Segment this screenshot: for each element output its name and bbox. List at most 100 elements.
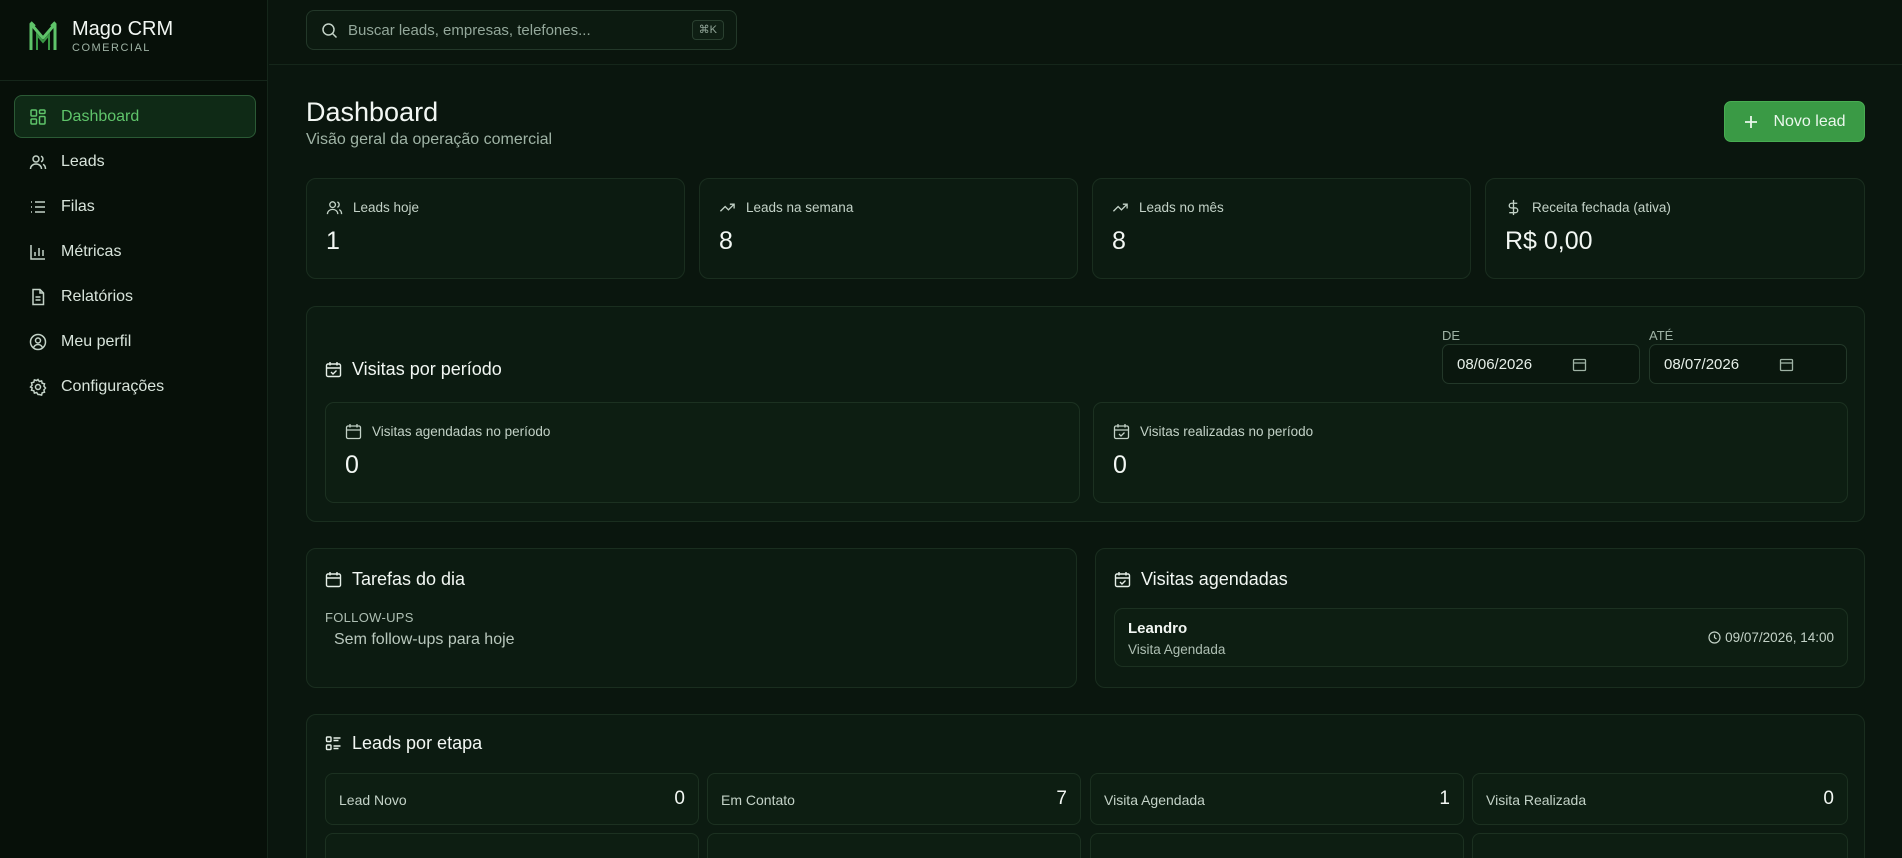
visit-item[interactable]: Leandro Visita Agendada 09/07/2026, 14:0… — [1114, 608, 1848, 667]
followups-empty-text: Sem follow-ups para hoje — [334, 631, 515, 648]
sidebar-item-dashboard[interactable]: Dashboard — [14, 95, 256, 138]
sidebar-item-meu-perfil[interactable]: Meu perfil — [14, 320, 256, 363]
visit-datetime: 09/07/2026, 14:00 — [1725, 630, 1834, 645]
file-text-icon — [29, 288, 47, 306]
stage-item[interactable]: Lead Novo 0 — [325, 773, 699, 825]
sidebar: Mago CRM COMERCIAL Dashboard Leads Filas — [0, 0, 268, 858]
section-title: Leads por etapa — [352, 733, 483, 753]
visits-period-card: Visitas por período DE 08/06/2026 ATÉ 08… — [306, 306, 1865, 522]
user-circle-icon — [29, 333, 47, 351]
stat-value: 0 — [345, 451, 359, 479]
stat-card-leads-semana: Leads na semana 8 — [699, 178, 1078, 279]
clock-icon — [1708, 631, 1721, 644]
calendar-check-icon — [1113, 424, 1130, 440]
calendar-check-icon — [1114, 572, 1131, 588]
sidebar-item-label: Meu perfil — [61, 332, 132, 350]
stage-item[interactable] — [325, 833, 699, 858]
stat-value: 0 — [1113, 451, 1127, 479]
stat-label-row: Leads na semana — [719, 199, 853, 216]
to-date-value: 08/07/2026 — [1664, 355, 1740, 373]
stat-label: Leads na semana — [746, 200, 854, 215]
stat-value: 1 — [326, 227, 340, 255]
users-icon — [326, 201, 343, 215]
stage-count: 1 — [1439, 788, 1450, 809]
stage-item[interactable] — [1090, 833, 1464, 858]
brand[interactable]: Mago CRM COMERCIAL — [28, 18, 173, 54]
sidebar-item-label: Relatórios — [61, 287, 134, 305]
calendar-check-icon — [325, 362, 342, 378]
stage-label: Lead Novo — [339, 792, 407, 808]
sidebar-item-metricas[interactable]: Métricas — [14, 230, 256, 273]
search-box[interactable]: ⌘K — [306, 10, 737, 50]
from-date-value: 08/06/2026 — [1457, 355, 1533, 373]
stat-label-row: Visitas agendadas no período — [345, 423, 550, 440]
search-input[interactable] — [348, 21, 688, 39]
stat-label: Visitas realizadas no período — [1140, 424, 1314, 439]
logo-icon — [29, 21, 57, 50]
calendar-icon — [1779, 358, 1794, 372]
section-title-row: Leads por etapa — [325, 733, 482, 754]
dashboard-icon — [29, 108, 47, 126]
calendar-icon — [1572, 358, 1587, 372]
from-date-input[interactable]: 08/06/2026 — [1442, 344, 1640, 384]
dollar-icon — [1508, 199, 1519, 216]
app-name: Mago CRM — [72, 18, 174, 40]
section-title: Visitas agendadas — [1141, 569, 1288, 589]
stage-label: Em Contato — [721, 792, 795, 808]
to-label: ATÉ — [1649, 328, 1674, 343]
sidebar-item-filas[interactable]: Filas — [14, 185, 256, 228]
stages-card: Leads por etapa Lead Novo 0 Em Contato 7… — [306, 714, 1865, 858]
sidebar-item-label: Dashboard — [61, 107, 140, 125]
page-title: Dashboard — [306, 97, 439, 127]
stage-count: 0 — [674, 788, 685, 809]
sidebar-item-label: Configurações — [61, 377, 165, 395]
app-subtitle: COMERCIAL — [72, 42, 151, 54]
gear-icon — [29, 377, 47, 396]
stage-label: Visita Realizada — [1486, 792, 1587, 808]
visit-time-row: 09/07/2026, 14:00 — [1708, 630, 1834, 645]
sidebar-item-leads[interactable]: Leads — [14, 140, 256, 183]
stat-value: 8 — [719, 227, 733, 255]
search-icon — [322, 22, 338, 38]
stage-item[interactable]: Em Contato 7 — [707, 773, 1081, 825]
sidebar-item-relatorios[interactable]: Relatórios — [14, 275, 256, 318]
stat-value: R$ 0,00 — [1505, 227, 1593, 255]
stage-item[interactable]: Visita Realizada 0 — [1472, 773, 1848, 825]
stat-card-leads-mes: Leads no mês 8 — [1092, 178, 1471, 279]
list-details-icon — [325, 736, 341, 751]
section-title-row: Visitas agendadas — [1114, 569, 1288, 590]
visits-scheduled-card: Visitas agendadas no período 0 — [325, 402, 1080, 503]
section-title: Tarefas do dia — [352, 569, 466, 589]
stat-card-leads-hoje: Leads hoje 1 — [306, 178, 685, 279]
tasks-card: Tarefas do dia FOLLOW-UPS Sem follow-ups… — [306, 548, 1077, 688]
stat-label-row: Receita fechada (ativa) — [1505, 199, 1671, 216]
stage-item[interactable] — [707, 833, 1081, 858]
plus-icon — [1745, 115, 1758, 128]
visits-done-card: Visitas realizadas no período 0 — [1093, 402, 1848, 503]
stat-label: Leads hoje — [353, 200, 420, 215]
sidebar-item-label: Métricas — [61, 242, 122, 260]
search-shortcut: ⌘K — [691, 20, 724, 40]
trending-up-icon — [719, 203, 735, 212]
stage-count: 0 — [1823, 788, 1834, 809]
visit-lead-name: Leandro — [1128, 620, 1188, 637]
stat-label-row: Leads hoje — [326, 199, 419, 216]
stat-label-row: Visitas realizadas no período — [1113, 423, 1313, 440]
topbar: ⌘K — [269, 0, 1902, 65]
list-icon — [29, 198, 47, 216]
to-date-input[interactable]: 08/07/2026 — [1649, 344, 1847, 384]
new-lead-label: Novo lead — [1773, 112, 1846, 130]
stage-item[interactable]: Visita Agendada 1 — [1090, 773, 1464, 825]
stat-card-receita: Receita fechada (ativa) R$ 0,00 — [1485, 178, 1865, 279]
stat-label: Visitas agendadas no período — [372, 424, 551, 439]
section-title-row: Tarefas do dia — [325, 569, 465, 590]
sidebar-item-configuracoes[interactable]: Configurações — [14, 365, 256, 408]
stage-item[interactable] — [1472, 833, 1848, 858]
stage-count: 7 — [1056, 788, 1067, 809]
sidebar-item-label: Leads — [61, 152, 105, 170]
new-lead-button[interactable]: Novo lead — [1724, 101, 1865, 142]
trending-up-icon — [1112, 203, 1128, 212]
bar-chart-icon — [29, 243, 47, 261]
stat-label: Leads no mês — [1139, 200, 1224, 215]
sidebar-divider — [0, 80, 268, 81]
